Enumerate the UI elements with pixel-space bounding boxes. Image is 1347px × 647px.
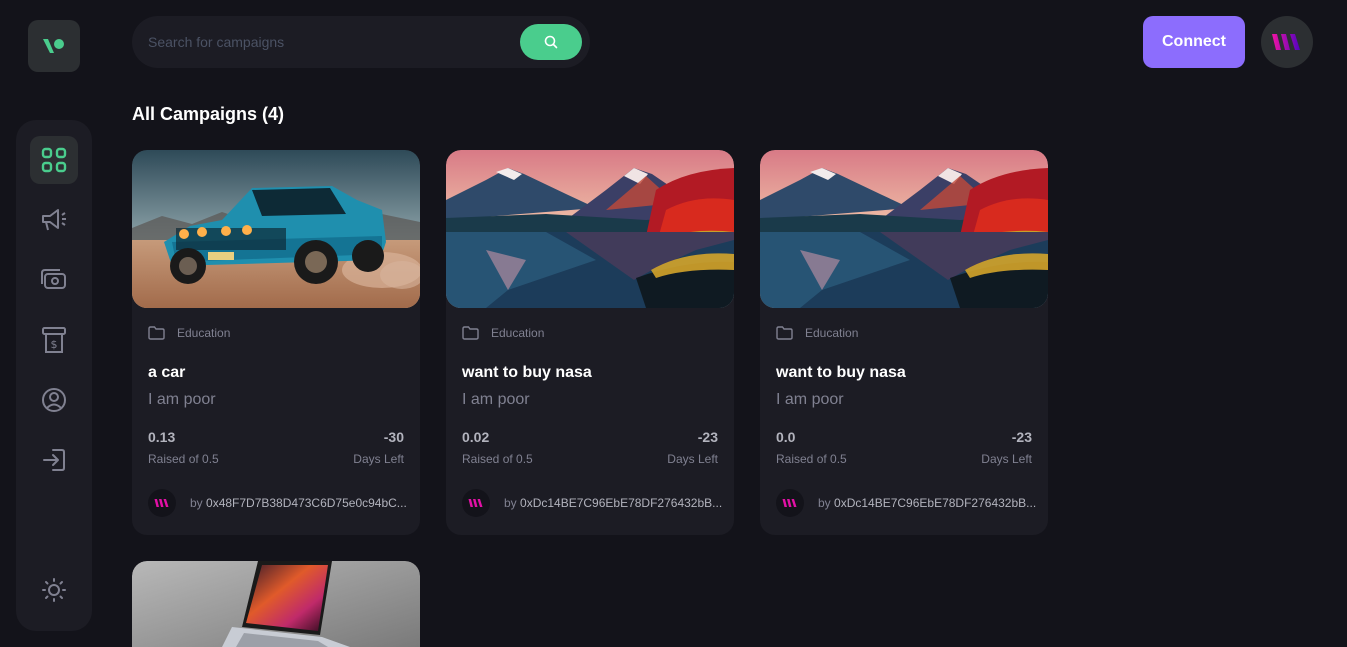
category-row: Education <box>148 326 230 340</box>
search-input[interactable] <box>148 34 508 50</box>
owner-row: by 0xDc14BE7C96EbE78DF276432bB... <box>462 489 722 517</box>
campaign-title: a car <box>148 364 186 381</box>
campaign-title: want to buy nasa <box>462 364 592 381</box>
campaign-image <box>132 150 420 308</box>
owner-by: by <box>818 496 835 510</box>
category-row: Education <box>462 326 544 340</box>
folder-icon <box>462 326 479 340</box>
thirdweb-logo-icon <box>782 499 797 507</box>
days-left-value: -23 <box>1011 429 1032 445</box>
thirdweb-logo-icon <box>154 499 169 507</box>
raised-label: Raised of 0.5 <box>776 452 847 466</box>
sidebar-item-logout[interactable] <box>30 436 78 484</box>
svg-text:$: $ <box>51 338 58 351</box>
owner-by: by <box>504 496 521 510</box>
campaign-card[interactable]: Education want to buy nasa I am poor 0.0… <box>760 150 1048 535</box>
search-button[interactable] <box>520 24 582 60</box>
category-label: Education <box>805 326 859 340</box>
campaign-card[interactable] <box>132 561 420 647</box>
category-label: Education <box>177 326 231 340</box>
campaign-description: I am poor <box>462 391 530 408</box>
raised-label: Raised of 0.5 <box>462 452 533 466</box>
search-icon <box>544 35 558 49</box>
campaign-description: I am poor <box>148 391 216 408</box>
raised-amount: 0.0 <box>776 429 796 445</box>
theme-toggle[interactable] <box>30 566 78 614</box>
campaign-description: I am poor <box>776 391 844 408</box>
owner-row: by 0xDc14BE7C96EbE78DF276432bB... <box>776 489 1036 517</box>
dashboard-icon <box>41 147 67 173</box>
connect-button[interactable]: Connect <box>1143 16 1245 68</box>
owner-text: by 0xDc14BE7C96EbE78DF276432bB... <box>818 496 1036 510</box>
owner-address: 0x48F7D7B38D473C6D75e0c94bC... <box>206 496 407 510</box>
category-row: Education <box>776 326 858 340</box>
owner-text: by 0xDc14BE7C96EbE78DF276432bB... <box>504 496 722 510</box>
category-label: Education <box>491 326 545 340</box>
campaign-image <box>760 150 1048 308</box>
megaphone-icon <box>42 209 66 231</box>
sidebar-item-profile[interactable] <box>30 376 78 424</box>
withdraw-icon: $ <box>42 327 66 353</box>
sidebar-item-campaign[interactable] <box>30 196 78 244</box>
folder-icon <box>776 326 793 340</box>
logo-icon <box>43 39 64 53</box>
owner-address: 0xDc14BE7C96EbE78DF276432bB... <box>834 496 1037 510</box>
raised-label: Raised of 0.5 <box>148 452 219 466</box>
days-left-label: Days Left <box>353 452 404 466</box>
raised-amount: 0.02 <box>462 429 490 445</box>
owner-address: 0xDc14BE7C96EbE78DF276432bB... <box>520 496 723 510</box>
profile-icon <box>42 388 66 412</box>
owner-row: by 0x48F7D7B38D473C6D75e0c94bC... <box>148 489 407 517</box>
campaign-card[interactable]: Education a car I am poor 0.13 Raised of… <box>132 150 420 535</box>
sidebar-item-withdraw[interactable]: $ <box>30 316 78 364</box>
days-left-value: -23 <box>697 429 718 445</box>
app-logo[interactable] <box>28 20 80 72</box>
page-title: All Campaigns (4) <box>132 104 285 124</box>
owner-avatar <box>776 489 804 517</box>
days-left-label: Days Left <box>981 452 1032 466</box>
owner-text: by 0x48F7D7B38D473C6D75e0c94bC... <box>190 496 407 510</box>
owner-by: by <box>190 496 207 510</box>
payment-icon <box>41 269 66 289</box>
campaign-image <box>446 150 734 308</box>
campaign-title: want to buy nasa <box>776 364 906 381</box>
user-avatar[interactable] <box>1261 16 1313 68</box>
campaign-image <box>132 561 420 647</box>
sidebar-item-payment[interactable] <box>30 256 78 304</box>
folder-icon <box>148 326 165 340</box>
thirdweb-logo-icon <box>1272 34 1300 50</box>
thirdweb-logo-icon <box>468 499 483 507</box>
sidebar-item-dashboard[interactable] <box>30 136 78 184</box>
logout-icon <box>43 449 65 471</box>
sidebar: $ <box>16 120 92 631</box>
owner-avatar <box>148 489 176 517</box>
owner-avatar <box>462 489 490 517</box>
days-left-label: Days Left <box>667 452 718 466</box>
days-left-value: -30 <box>383 429 404 445</box>
sun-icon <box>42 578 66 602</box>
search-bar <box>132 16 590 68</box>
raised-amount: 0.13 <box>148 429 176 445</box>
campaign-card[interactable]: Education want to buy nasa I am poor 0.0… <box>446 150 734 535</box>
